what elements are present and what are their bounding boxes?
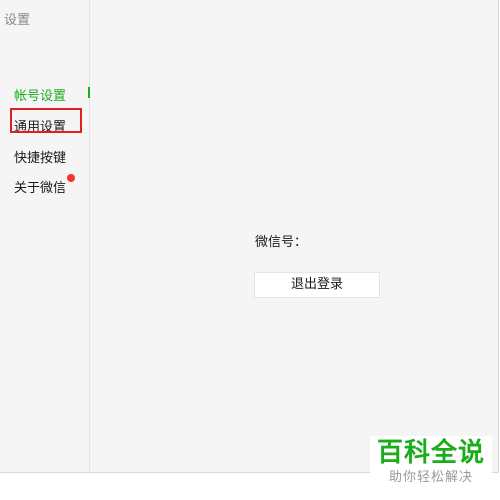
sidebar: 帐号设置 通用设置 快捷按键 关于微信 — [0, 0, 90, 472]
notification-badge — [67, 174, 75, 182]
watermark-subtitle: 助你轻松解决 — [388, 470, 473, 485]
watermark-title: 百科全说 — [376, 438, 485, 468]
logout-button[interactable]: 退出登录 — [254, 272, 380, 298]
sidebar-item-shortcuts[interactable]: 快捷按键 — [14, 147, 66, 166]
watermark-logo: 百科全说 助你轻松解决 — [370, 436, 492, 496]
settings-window: 设置 帐号设置 通用设置 快捷按键 关于微信 微信号： 退出登录 — [0, 0, 499, 473]
sidebar-item-about[interactable]: 关于微信 — [14, 177, 66, 196]
highlight-annotation — [10, 108, 82, 133]
wechat-id-label: 微信号： — [255, 235, 308, 250]
active-indicator — [88, 87, 90, 98]
sidebar-item-account[interactable]: 帐号设置 — [14, 85, 66, 104]
